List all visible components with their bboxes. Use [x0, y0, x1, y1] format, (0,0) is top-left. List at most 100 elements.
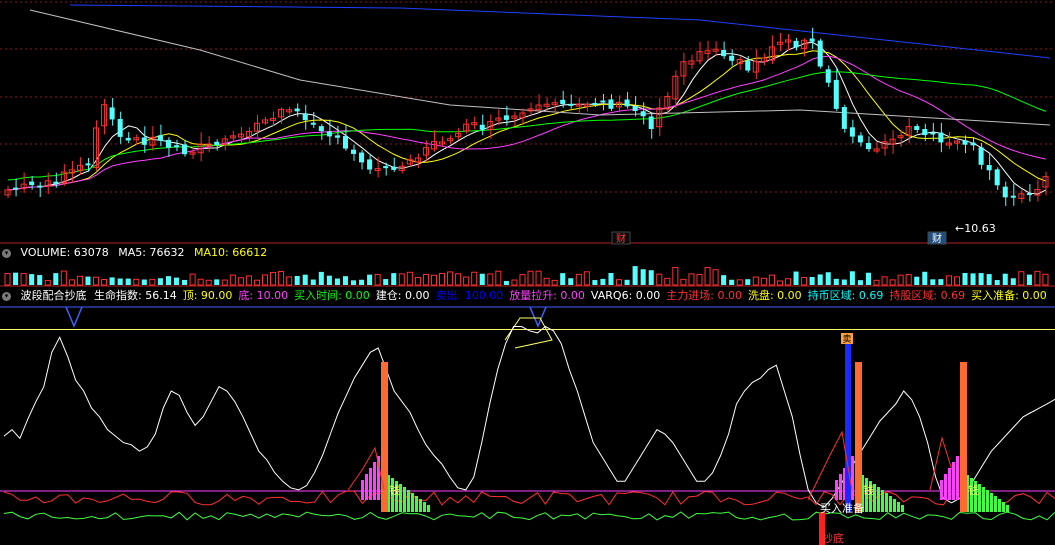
chaodi-bar	[373, 462, 376, 500]
volume-bar	[189, 273, 196, 286]
volume-bar	[406, 271, 413, 286]
volume-bar	[938, 279, 944, 285]
volume-bar	[994, 280, 1000, 285]
volume-bar	[157, 278, 163, 285]
candle-body	[214, 141, 220, 145]
volume-bar	[632, 266, 638, 285]
volume-bar	[37, 275, 43, 285]
buy-bar	[407, 490, 410, 512]
volume-bar	[359, 279, 365, 285]
volume-bar	[310, 279, 316, 285]
volume-bar	[511, 279, 518, 286]
chaodi-bar	[361, 480, 364, 500]
volume-bar	[809, 276, 815, 285]
candle-body	[914, 126, 920, 131]
volume-bar	[953, 276, 960, 286]
volume-bar	[398, 273, 405, 286]
volume-bar	[849, 271, 855, 285]
volume-bar	[342, 276, 348, 285]
volume-bar	[656, 273, 663, 286]
candle-body	[825, 69, 831, 83]
buy-bar	[419, 499, 422, 512]
volume-bar	[334, 278, 340, 285]
buy-bar	[982, 487, 985, 512]
volume-bar	[471, 271, 478, 286]
candle-body	[809, 38, 815, 42]
volume-bar	[149, 278, 156, 286]
volume-bar	[945, 275, 952, 286]
candle-body	[1010, 195, 1016, 198]
volume-bar	[302, 274, 308, 285]
buy-bar	[415, 496, 418, 512]
candle-body	[182, 144, 188, 155]
volume-bar	[253, 279, 260, 286]
volume-bar	[182, 279, 188, 285]
candle-body	[109, 107, 115, 120]
signal-bar-orange	[855, 362, 862, 512]
indicator-item: 持股区域: 0.69	[889, 289, 966, 302]
candle-body	[865, 142, 871, 150]
volume-bar	[447, 271, 454, 286]
candle-body	[294, 108, 300, 112]
volume-bar	[1042, 273, 1049, 286]
top-zone-mark	[504, 317, 553, 349]
indicator-item: 底: 10.00	[238, 289, 289, 302]
volume-bar	[109, 277, 115, 285]
volume-bar	[326, 275, 332, 285]
life-index-line	[3, 325, 1055, 508]
volume-bar	[986, 274, 992, 285]
chaodi-bar	[948, 468, 951, 500]
chaodi-bar	[835, 480, 838, 500]
volume-bar	[286, 276, 293, 286]
candle-body	[849, 127, 855, 137]
volume-bar	[978, 273, 984, 285]
collapse-icon[interactable]: ▾	[2, 248, 11, 258]
buy-bar	[877, 487, 880, 512]
volume-bar	[374, 273, 381, 286]
volume-bar	[696, 273, 703, 286]
candle-body	[141, 137, 147, 145]
volume-bar	[833, 278, 839, 285]
volume-bar	[760, 277, 767, 286]
volume-bar	[672, 266, 679, 286]
volume-bar	[85, 276, 91, 285]
volume-bar	[736, 279, 743, 286]
candle-body	[833, 79, 839, 109]
chaodi-bar	[365, 474, 368, 500]
volume-bar	[616, 279, 623, 286]
candle-body	[53, 181, 59, 184]
candle-body	[962, 140, 968, 145]
volume-bar	[278, 270, 285, 286]
volume-bar	[237, 277, 244, 286]
candle-body	[157, 135, 163, 141]
candle-body	[897, 135, 904, 139]
candle-body	[1002, 186, 1008, 198]
volume-bar	[600, 278, 606, 285]
volume-bar	[503, 280, 509, 285]
volume-bar	[13, 272, 19, 285]
volume-bar	[857, 280, 863, 285]
indicator-item: 卖出: 100.00	[435, 289, 504, 302]
chaodi-bar	[940, 480, 943, 500]
indicator-header: ▾ 波段配合抄底 生命指数: 56.14 顶: 90.00 底: 10.00 买入时间…	[0, 288, 1055, 304]
chaodi-bar	[956, 456, 959, 500]
candle-body	[930, 132, 936, 135]
indicator-item: 买入时间: 0.00	[294, 289, 370, 302]
volume-bar	[881, 276, 888, 286]
candle-body	[994, 169, 1000, 186]
candle-body	[367, 159, 373, 170]
volume-bar	[817, 274, 823, 285]
candle-body	[793, 40, 799, 48]
qian-label: 钱	[968, 483, 979, 497]
volume-bar	[350, 280, 357, 285]
marker-label: 财	[616, 232, 626, 245]
collapse-icon[interactable]: ▾	[2, 291, 11, 301]
volume-bar	[721, 275, 727, 285]
volume-bar	[897, 274, 904, 286]
volume-bar	[479, 273, 485, 285]
volume-bar	[704, 267, 711, 286]
sell-bar-blue	[845, 342, 851, 512]
sell-tag: 卖	[842, 334, 851, 345]
indicator-name[interactable]: 波段配合抄底	[21, 289, 87, 302]
volume-bar	[930, 279, 936, 285]
